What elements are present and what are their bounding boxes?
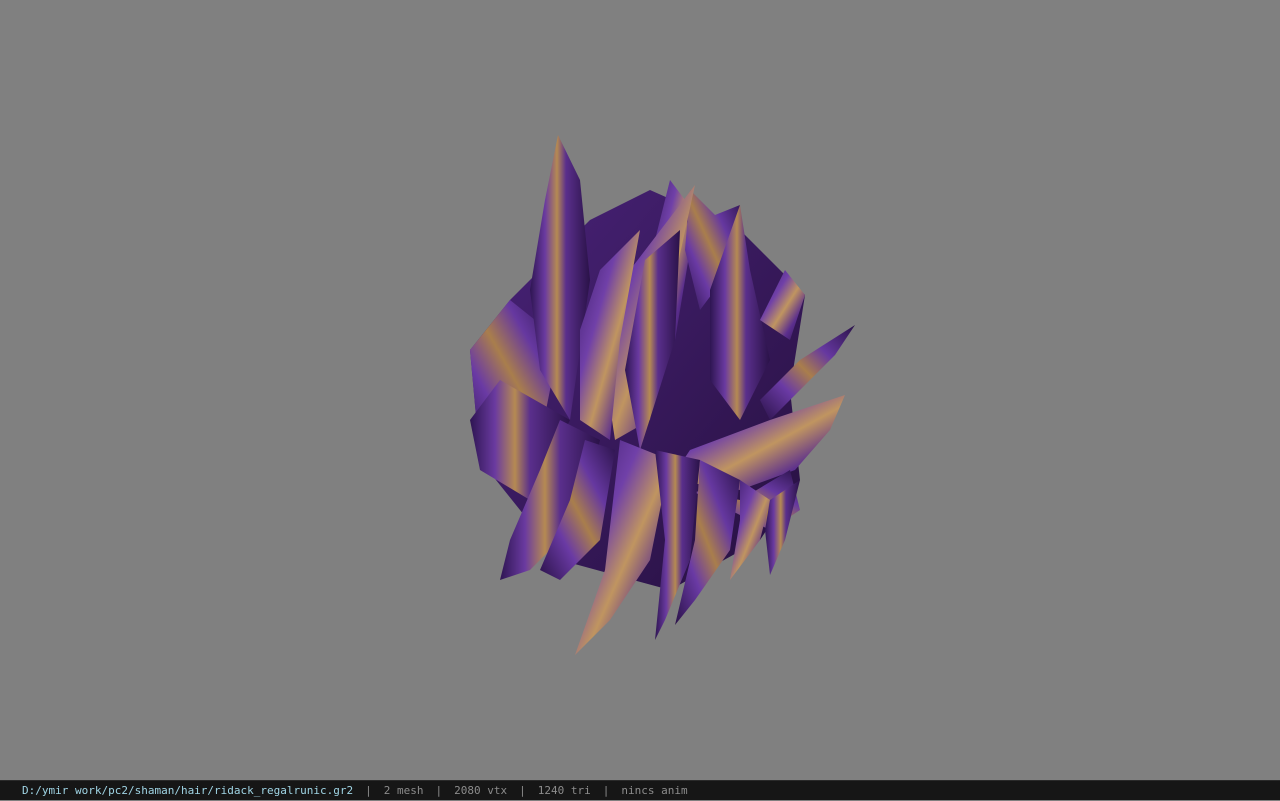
status-file-path: D:/ymir work/pc2/shaman/hair/ridack_rega…: [22, 783, 354, 797]
status-animation: nincs anim: [621, 783, 688, 797]
status-separator: |: [602, 783, 610, 797]
status-separator: |: [519, 783, 526, 797]
status-bar: D:/ymir work/pc2/shaman/hair/ridack_rega…: [0, 780, 1280, 800]
status-vertex-count: 2080 vtx: [454, 783, 508, 797]
status-separator: |: [435, 783, 443, 797]
hair-model-icon[interactable]: [440, 120, 880, 680]
3d-viewport[interactable]: [0, 0, 1280, 780]
status-separator: |: [365, 783, 372, 797]
status-triangle-count: 1240 tri: [537, 783, 591, 797]
status-mesh-count: 2 mesh: [383, 783, 424, 797]
